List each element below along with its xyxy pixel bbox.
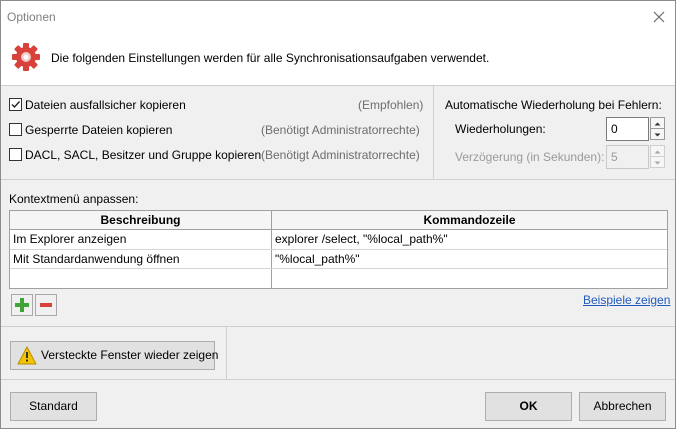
options-dialog: Optionen Die folgenden Einstellungen wer… (0, 0, 676, 429)
column-header-command-line[interactable]: Kommandozeile (272, 211, 667, 230)
show-hidden-windows-label: Versteckte Fenster wieder zeigen (41, 348, 219, 362)
context-menu-table: Beschreibung Kommandozeile Im Explorer a… (9, 210, 668, 289)
delay-stepper (650, 145, 665, 168)
delay-down-button[interactable] (650, 156, 665, 168)
warning-icon (17, 346, 37, 365)
table-cell-description[interactable]: Im Explorer anzeigen (10, 230, 269, 248)
examples-link[interactable]: Beispiele zeigen (583, 293, 670, 307)
footer-divider (1, 379, 675, 380)
table-cell-command[interactable]: explorer /select, "%local_path%" (272, 230, 665, 248)
bottom-separator (226, 327, 227, 379)
copy-permissions-label: DACL, SACL, Besitzer und Gruppe kopieren (25, 148, 262, 162)
fail-safe-copy-label: Dateien ausfallsicher kopieren (25, 98, 186, 112)
retries-down-button[interactable] (650, 128, 665, 140)
fail-safe-copy-hint: (Empfohlen) (358, 98, 424, 112)
copy-locked-files-label: Gesperrte Dateien kopieren (25, 123, 173, 137)
section-divider (1, 179, 675, 180)
remove-entry-button[interactable] (35, 294, 57, 316)
close-icon[interactable] (650, 8, 668, 26)
show-hidden-windows-button[interactable]: Versteckte Fenster wieder zeigen (10, 341, 219, 370)
retry-heading: Automatische Wiederholung bei Fehlern: (445, 98, 662, 112)
plus-icon (15, 298, 29, 312)
checkbox-fail-safe-copy[interactable] (9, 98, 22, 111)
default-button[interactable]: Standard (10, 392, 97, 421)
retries-value: 0 (611, 122, 618, 136)
copy-permissions-hint: (Benötigt Administratorrechte) (261, 148, 420, 162)
title-bar: Optionen (1, 1, 675, 32)
banner-text: Die folgenden Einstellungen werden für a… (51, 51, 490, 65)
table-cell-command[interactable]: "%local_path%" (272, 250, 665, 268)
delay-value: 5 (611, 150, 618, 164)
retries-label: Wiederholungen: (455, 122, 546, 136)
column-header-description[interactable]: Beschreibung (10, 211, 271, 230)
retries-stepper (650, 117, 665, 140)
info-banner: Die folgenden Einstellungen werden für a… (1, 32, 675, 86)
checkbox-copy-permissions[interactable] (9, 148, 22, 161)
cancel-button[interactable]: Abbrechen (579, 392, 666, 421)
delay-input[interactable]: 5 (606, 145, 649, 169)
section-divider (1, 326, 675, 327)
retries-input[interactable]: 0 (606, 117, 649, 141)
add-entry-button[interactable] (11, 294, 33, 316)
window-title: Optionen (7, 10, 56, 24)
options-separator (433, 86, 434, 178)
table-row-empty[interactable] (10, 269, 269, 287)
minus-icon (40, 303, 52, 307)
copy-locked-files-hint: (Benötigt Administratorrechte) (261, 123, 420, 137)
checkbox-copy-locked-files[interactable] (9, 123, 22, 136)
ok-button[interactable]: OK (485, 392, 572, 421)
context-menu-heading: Kontextmenü anpassen: (9, 192, 139, 206)
table-cell-description[interactable]: Mit Standardanwendung öffnen (10, 250, 269, 268)
gear-icon (10, 41, 42, 73)
delay-label: Verzögerung (in Sekunden): (455, 150, 605, 164)
